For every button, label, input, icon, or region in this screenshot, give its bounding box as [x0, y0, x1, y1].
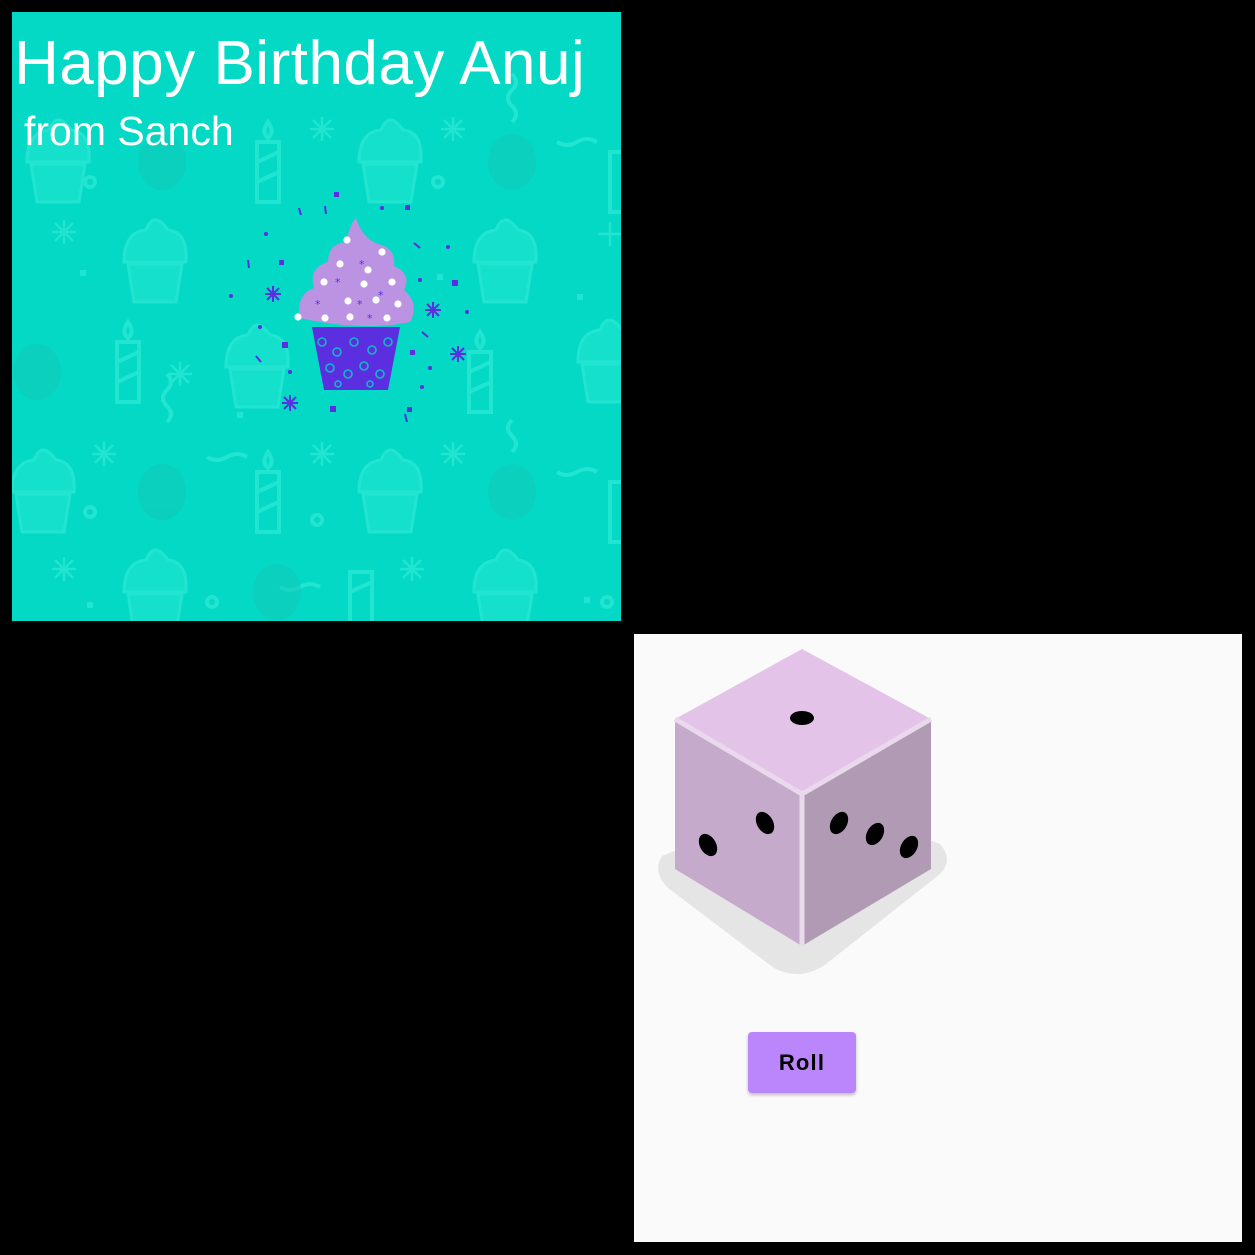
cupcake-icon: * * * * * * [229, 192, 469, 423]
svg-text:*: * [367, 312, 373, 325]
birthday-card: Happy Birthday Anuj from Sanch * * * * *… [12, 12, 621, 621]
svg-text:*: * [315, 298, 321, 311]
die-icon [658, 649, 947, 975]
svg-text:*: * [378, 289, 384, 302]
svg-text:*: * [357, 298, 363, 311]
roll-button[interactable]: Roll [748, 1032, 856, 1093]
svg-text:*: * [335, 276, 341, 289]
svg-text:*: * [359, 258, 365, 271]
dice-roller-panel: Roll [634, 634, 1242, 1242]
